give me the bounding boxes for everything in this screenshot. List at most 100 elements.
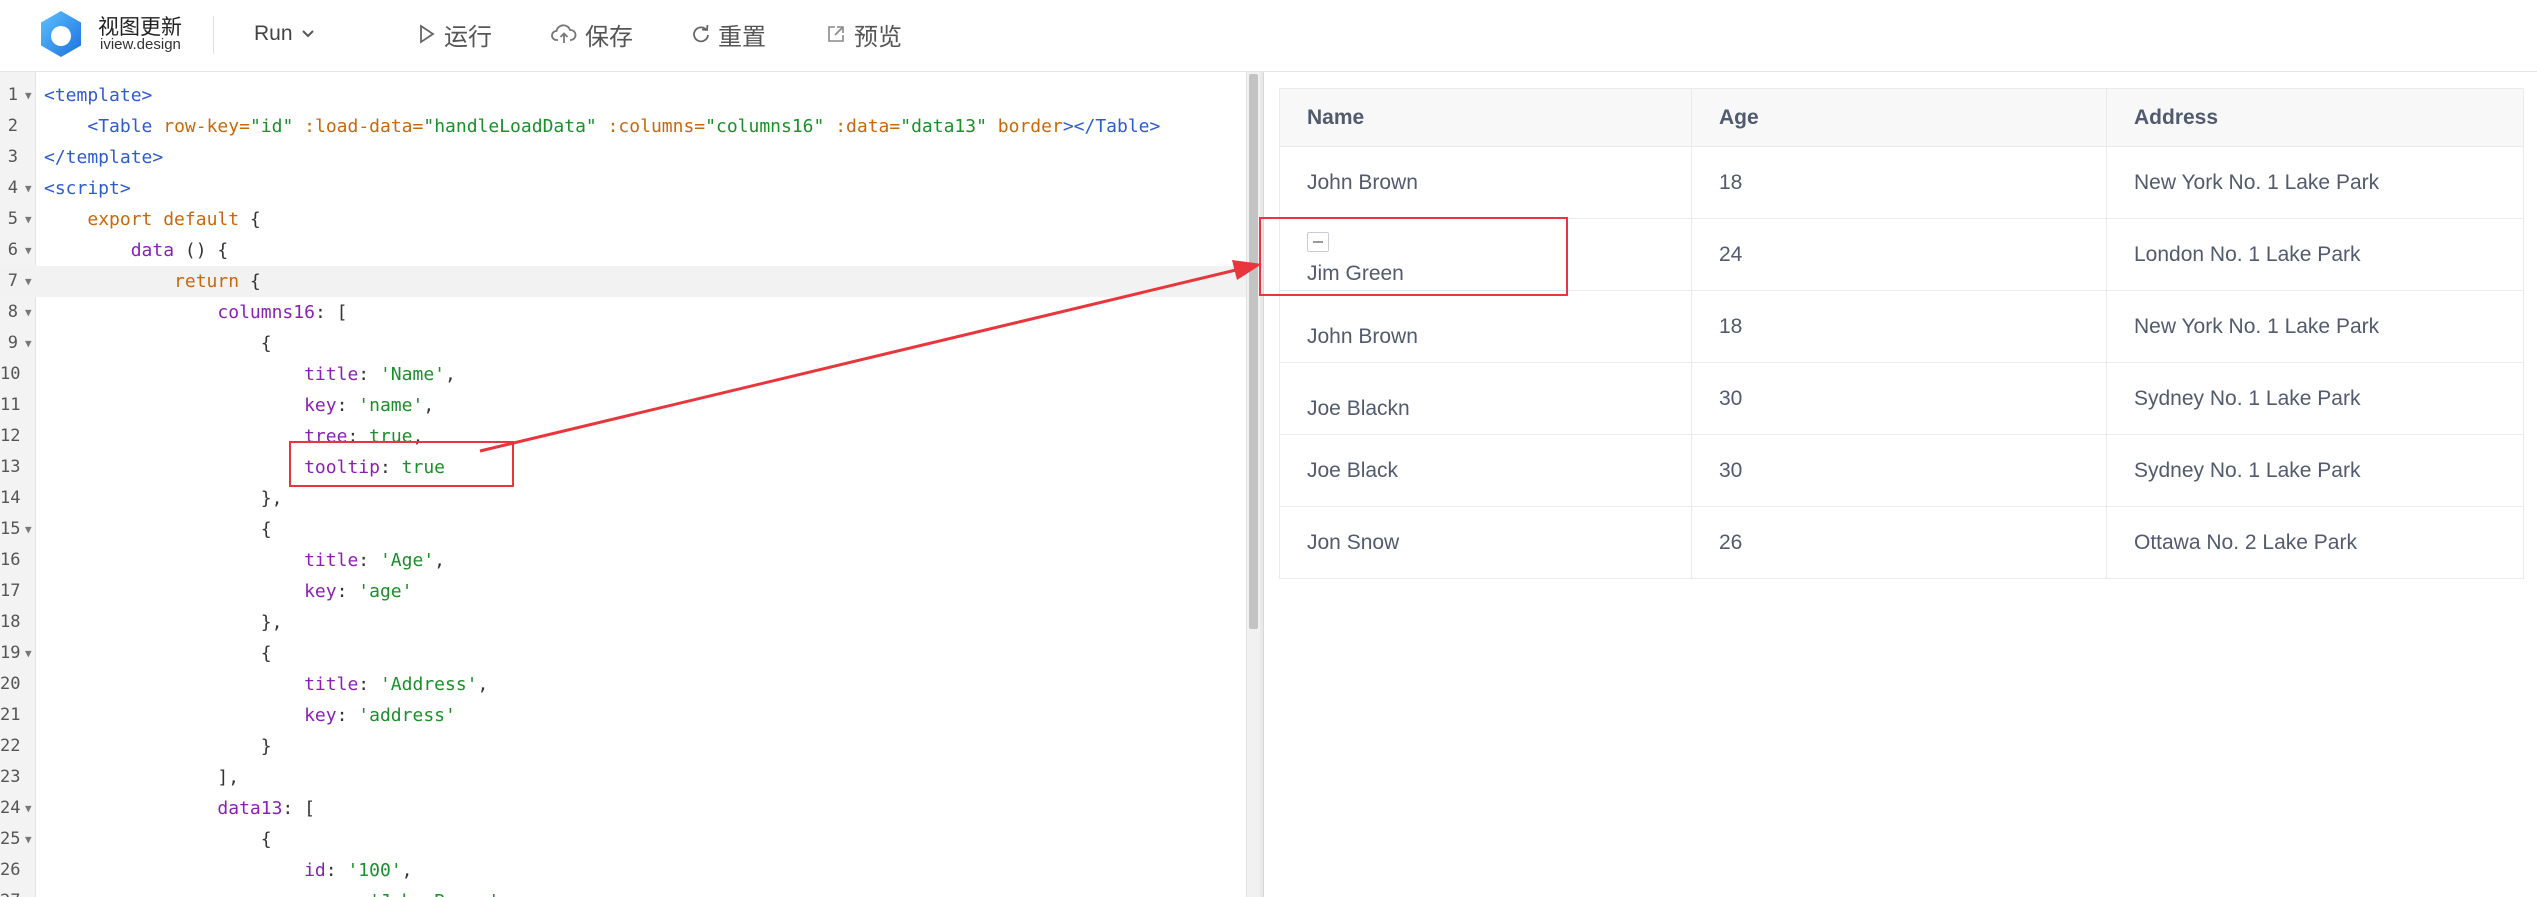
line-number: 10 (0, 364, 21, 384)
code-line[interactable]: 12 tree: true, (0, 421, 1246, 452)
code-text: { (44, 328, 272, 359)
fold-arrow-icon[interactable]: ▼ (25, 793, 32, 824)
code-text: { (44, 638, 272, 669)
code-editor[interactable]: 1 ▼ <template> 2 <Table row-key="id" :load-… (0, 72, 1246, 897)
code-text: }, (44, 483, 283, 514)
code-line[interactable]: 25 ▼ { (0, 824, 1246, 855)
code-text: }, (44, 607, 283, 638)
code-line[interactable]: 19 ▼ { (0, 638, 1246, 669)
save-button[interactable]: 保存 (551, 18, 633, 51)
code-text: } (44, 731, 272, 762)
code-text: key: 'address' (44, 700, 456, 731)
code-line[interactable]: 7 ▼ return { (0, 266, 1246, 297)
chevron-down-icon (301, 30, 314, 38)
fold-arrow-icon[interactable]: ▼ (25, 297, 32, 328)
fold-arrow-icon[interactable]: ▼ (25, 204, 32, 235)
code-token: : (347, 426, 370, 447)
column-header-age: Age (1691, 88, 2107, 147)
code-line[interactable]: 15 ▼ { (0, 514, 1246, 545)
code-token: : (358, 364, 380, 385)
code-line[interactable]: 2 <Table row-key="id" :load-data="handle… (0, 111, 1246, 142)
preview-pane: Name Age Address John Brown 18 New York … (1264, 72, 2537, 897)
cell-address: New York No. 1 Lake Park (2106, 146, 2524, 219)
code-line[interactable]: 22 } (0, 731, 1246, 762)
line-number: 24 (0, 798, 21, 818)
cell-name: Joe Blackn (1279, 362, 1692, 435)
code-line[interactable]: 13 tooltip: true (0, 452, 1246, 483)
code-text: title: 'Age', (44, 545, 445, 576)
reset-button[interactable]: 重置 (692, 18, 766, 51)
fold-arrow-icon[interactable]: ▼ (25, 328, 32, 359)
code-token: , (423, 395, 435, 416)
code-text: data13: [ (44, 793, 315, 824)
code-line[interactable]: 11 key: 'name', (0, 390, 1246, 421)
code-line[interactable]: 14 }, (0, 483, 1246, 514)
code-line[interactable]: 17 key: 'age' (0, 576, 1246, 607)
line-number: 25 (0, 829, 21, 849)
line-number: 6 (7, 240, 18, 260)
table-row: Jim Green 24 London No. 1 Lake Park (1279, 218, 2524, 291)
fold-arrow-icon[interactable]: ▼ (25, 235, 32, 266)
line-number: 18 (0, 612, 21, 632)
code-line[interactable]: 3 </template> (0, 142, 1246, 173)
code-token: , (412, 426, 424, 447)
code-line[interactable]: 10 title: 'Name', (0, 359, 1246, 390)
code-line[interactable]: 21 key: 'address' (0, 700, 1246, 731)
code-line[interactable]: 23 ], (0, 762, 1246, 793)
cell-address: Sydney No. 1 Lake Park (2106, 434, 2524, 507)
code-token: "columns16" (705, 116, 825, 137)
code-line[interactable]: 16 title: 'Age', (0, 545, 1246, 576)
run-menu-dropdown[interactable]: Run (254, 20, 315, 48)
code-line[interactable]: 24 ▼ data13: [ (0, 793, 1246, 824)
line-number: 21 (0, 705, 21, 725)
code-line[interactable]: 6 ▼ data () { (0, 235, 1246, 266)
code-text: key: 'name', (44, 390, 434, 421)
code-token: export default (87, 209, 240, 230)
cell-name-text: John Brown (1307, 170, 1418, 194)
editor-scrollbar[interactable] (1246, 72, 1260, 897)
line-number: 8 (7, 302, 18, 322)
line-number: 20 (0, 674, 21, 694)
code-line[interactable]: 26 id: '100', (0, 855, 1246, 886)
run-button[interactable]: 运行 (418, 18, 492, 51)
code-line[interactable]: 4 ▼ <script> (0, 173, 1246, 204)
code-line[interactable]: 18 }, (0, 607, 1246, 638)
code-token: tooltip (304, 457, 380, 478)
table-row: John Brown 18 New York No. 1 Lake Park (1279, 146, 2524, 219)
code-line[interactable]: 1 ▼ <template> (0, 80, 1246, 111)
code-token: : [ (314, 302, 348, 323)
code-line[interactable]: 20 title: 'Address', (0, 669, 1246, 700)
fold-arrow-icon[interactable]: ▼ (25, 266, 32, 297)
code-text: name: 'John Brown' (44, 886, 499, 897)
code-line[interactable]: 9 ▼ { (0, 328, 1246, 359)
editor-scrollbar-thumb[interactable] (1249, 74, 1258, 629)
tree-collapse-toggle[interactable] (1307, 231, 1329, 252)
fold-arrow-icon[interactable]: ▼ (25, 173, 32, 204)
fold-arrow-icon[interactable]: ▼ (25, 638, 32, 669)
code-token: :load-data= (304, 116, 424, 137)
code-token: { (44, 643, 272, 664)
code-token: '100' (347, 860, 402, 881)
cloud-upload-icon (551, 24, 577, 43)
code-line[interactable]: 8 ▼ columns16: [ (0, 297, 1246, 328)
preview-button[interactable]: 预览 (826, 18, 902, 51)
fold-arrow-icon[interactable]: ▼ (25, 514, 32, 545)
code-token: : (336, 705, 359, 726)
code-token: name (304, 891, 347, 897)
code-token: { (44, 829, 272, 850)
code-line[interactable]: 5 ▼ export default { (0, 204, 1246, 235)
line-number: 3 (7, 147, 18, 167)
cell-name: John Brown (1279, 290, 1692, 363)
code-token: , (401, 860, 413, 881)
code-line[interactable]: 27 name: 'John Brown' (0, 886, 1246, 897)
line-number: 7 (7, 271, 18, 291)
save-button-label: 保存 (585, 22, 633, 51)
code-token: { (44, 519, 272, 540)
fold-arrow-icon[interactable]: ▼ (25, 824, 32, 855)
code-token: : (379, 457, 402, 478)
code-token: 'name' (358, 395, 424, 416)
code-token: id (304, 860, 326, 881)
fold-arrow-icon[interactable]: ▼ (25, 80, 32, 111)
